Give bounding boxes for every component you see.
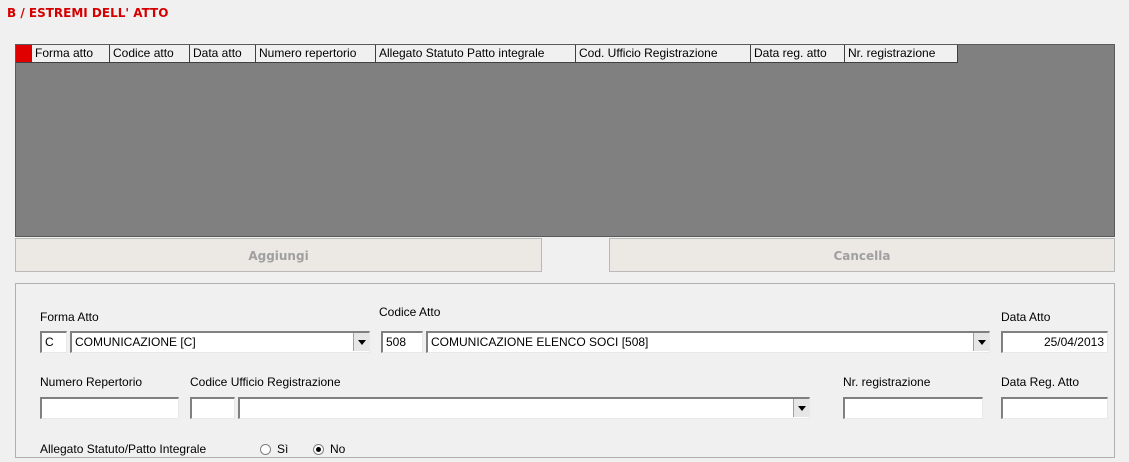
codice-atto-code-input[interactable]: 508 — [381, 331, 423, 353]
grid-header: Forma atto Codice atto Data atto Numero … — [16, 45, 958, 63]
data-atto-label: Data Atto — [1001, 310, 1051, 324]
grid-col-codice-atto[interactable]: Codice atto — [110, 45, 190, 63]
codice-ufficio-dropdown-button[interactable] — [793, 399, 809, 417]
nr-registrazione-input[interactable] — [843, 397, 983, 419]
grid-col-cod-ufficio[interactable]: Cod. Ufficio Registrazione — [576, 45, 751, 63]
forma-atto-value: COMUNICAZIONE [C] — [75, 335, 196, 349]
grid-col-data-atto[interactable]: Data atto — [190, 45, 256, 63]
chevron-down-icon — [797, 405, 806, 411]
data-reg-atto-label: Data Reg. Atto — [1001, 375, 1080, 389]
forma-atto-code-input[interactable]: C — [40, 331, 67, 353]
numero-repertorio-label: Numero Repertorio — [40, 375, 143, 389]
allegato-si-radio[interactable] — [260, 444, 271, 455]
codice-atto-label: Codice Atto — [379, 305, 441, 319]
grid-col-nr-registrazione[interactable]: Nr. registrazione — [845, 45, 958, 63]
data-reg-atto-input[interactable] — [1001, 397, 1108, 419]
chevron-down-icon — [977, 339, 986, 345]
section-title: B / ESTREMI DELL' ATTO — [7, 6, 169, 20]
data-atto-input[interactable]: 25/04/2013 — [1001, 331, 1108, 353]
chevron-down-icon — [357, 339, 366, 345]
nr-registrazione-label: Nr. registrazione — [843, 375, 931, 389]
forma-atto-label: Forma Atto — [40, 310, 99, 324]
allegato-no-label: No — [330, 442, 346, 456]
grid-col-allegato[interactable]: Allegato Statuto Patto integrale — [376, 45, 576, 63]
codice-atto-value: COMUNICAZIONE ELENCO SOCI [508] — [431, 335, 649, 349]
grid-col-forma-atto[interactable]: Forma atto — [32, 45, 110, 63]
codice-atto-select[interactable]: COMUNICAZIONE ELENCO SOCI [508] — [426, 331, 990, 353]
allegato-label: Allegato Statuto/Patto Integrale — [40, 442, 207, 456]
forma-atto-dropdown-button[interactable] — [353, 333, 369, 351]
codice-ufficio-code-input[interactable] — [190, 397, 235, 419]
allegato-no-radio[interactable] — [313, 444, 324, 455]
grid-col-data-reg[interactable]: Data reg. atto — [751, 45, 845, 63]
records-grid[interactable]: Forma atto Codice atto Data atto Numero … — [15, 44, 1115, 237]
codice-ufficio-select[interactable] — [238, 397, 810, 419]
codice-ufficio-label: Codice Ufficio Registrazione — [190, 375, 341, 389]
allegato-si-label: Sì — [277, 442, 289, 456]
grid-row-indicator[interactable] — [16, 45, 32, 63]
form-panel — [15, 283, 1115, 458]
delete-button[interactable]: Cancella — [609, 238, 1115, 272]
forma-atto-select[interactable]: COMUNICAZIONE [C] — [70, 331, 370, 353]
codice-atto-dropdown-button[interactable] — [973, 333, 989, 351]
numero-repertorio-input[interactable] — [40, 397, 179, 419]
grid-col-numero-repertorio[interactable]: Numero repertorio — [256, 45, 376, 63]
add-button[interactable]: Aggiungi — [15, 238, 542, 272]
